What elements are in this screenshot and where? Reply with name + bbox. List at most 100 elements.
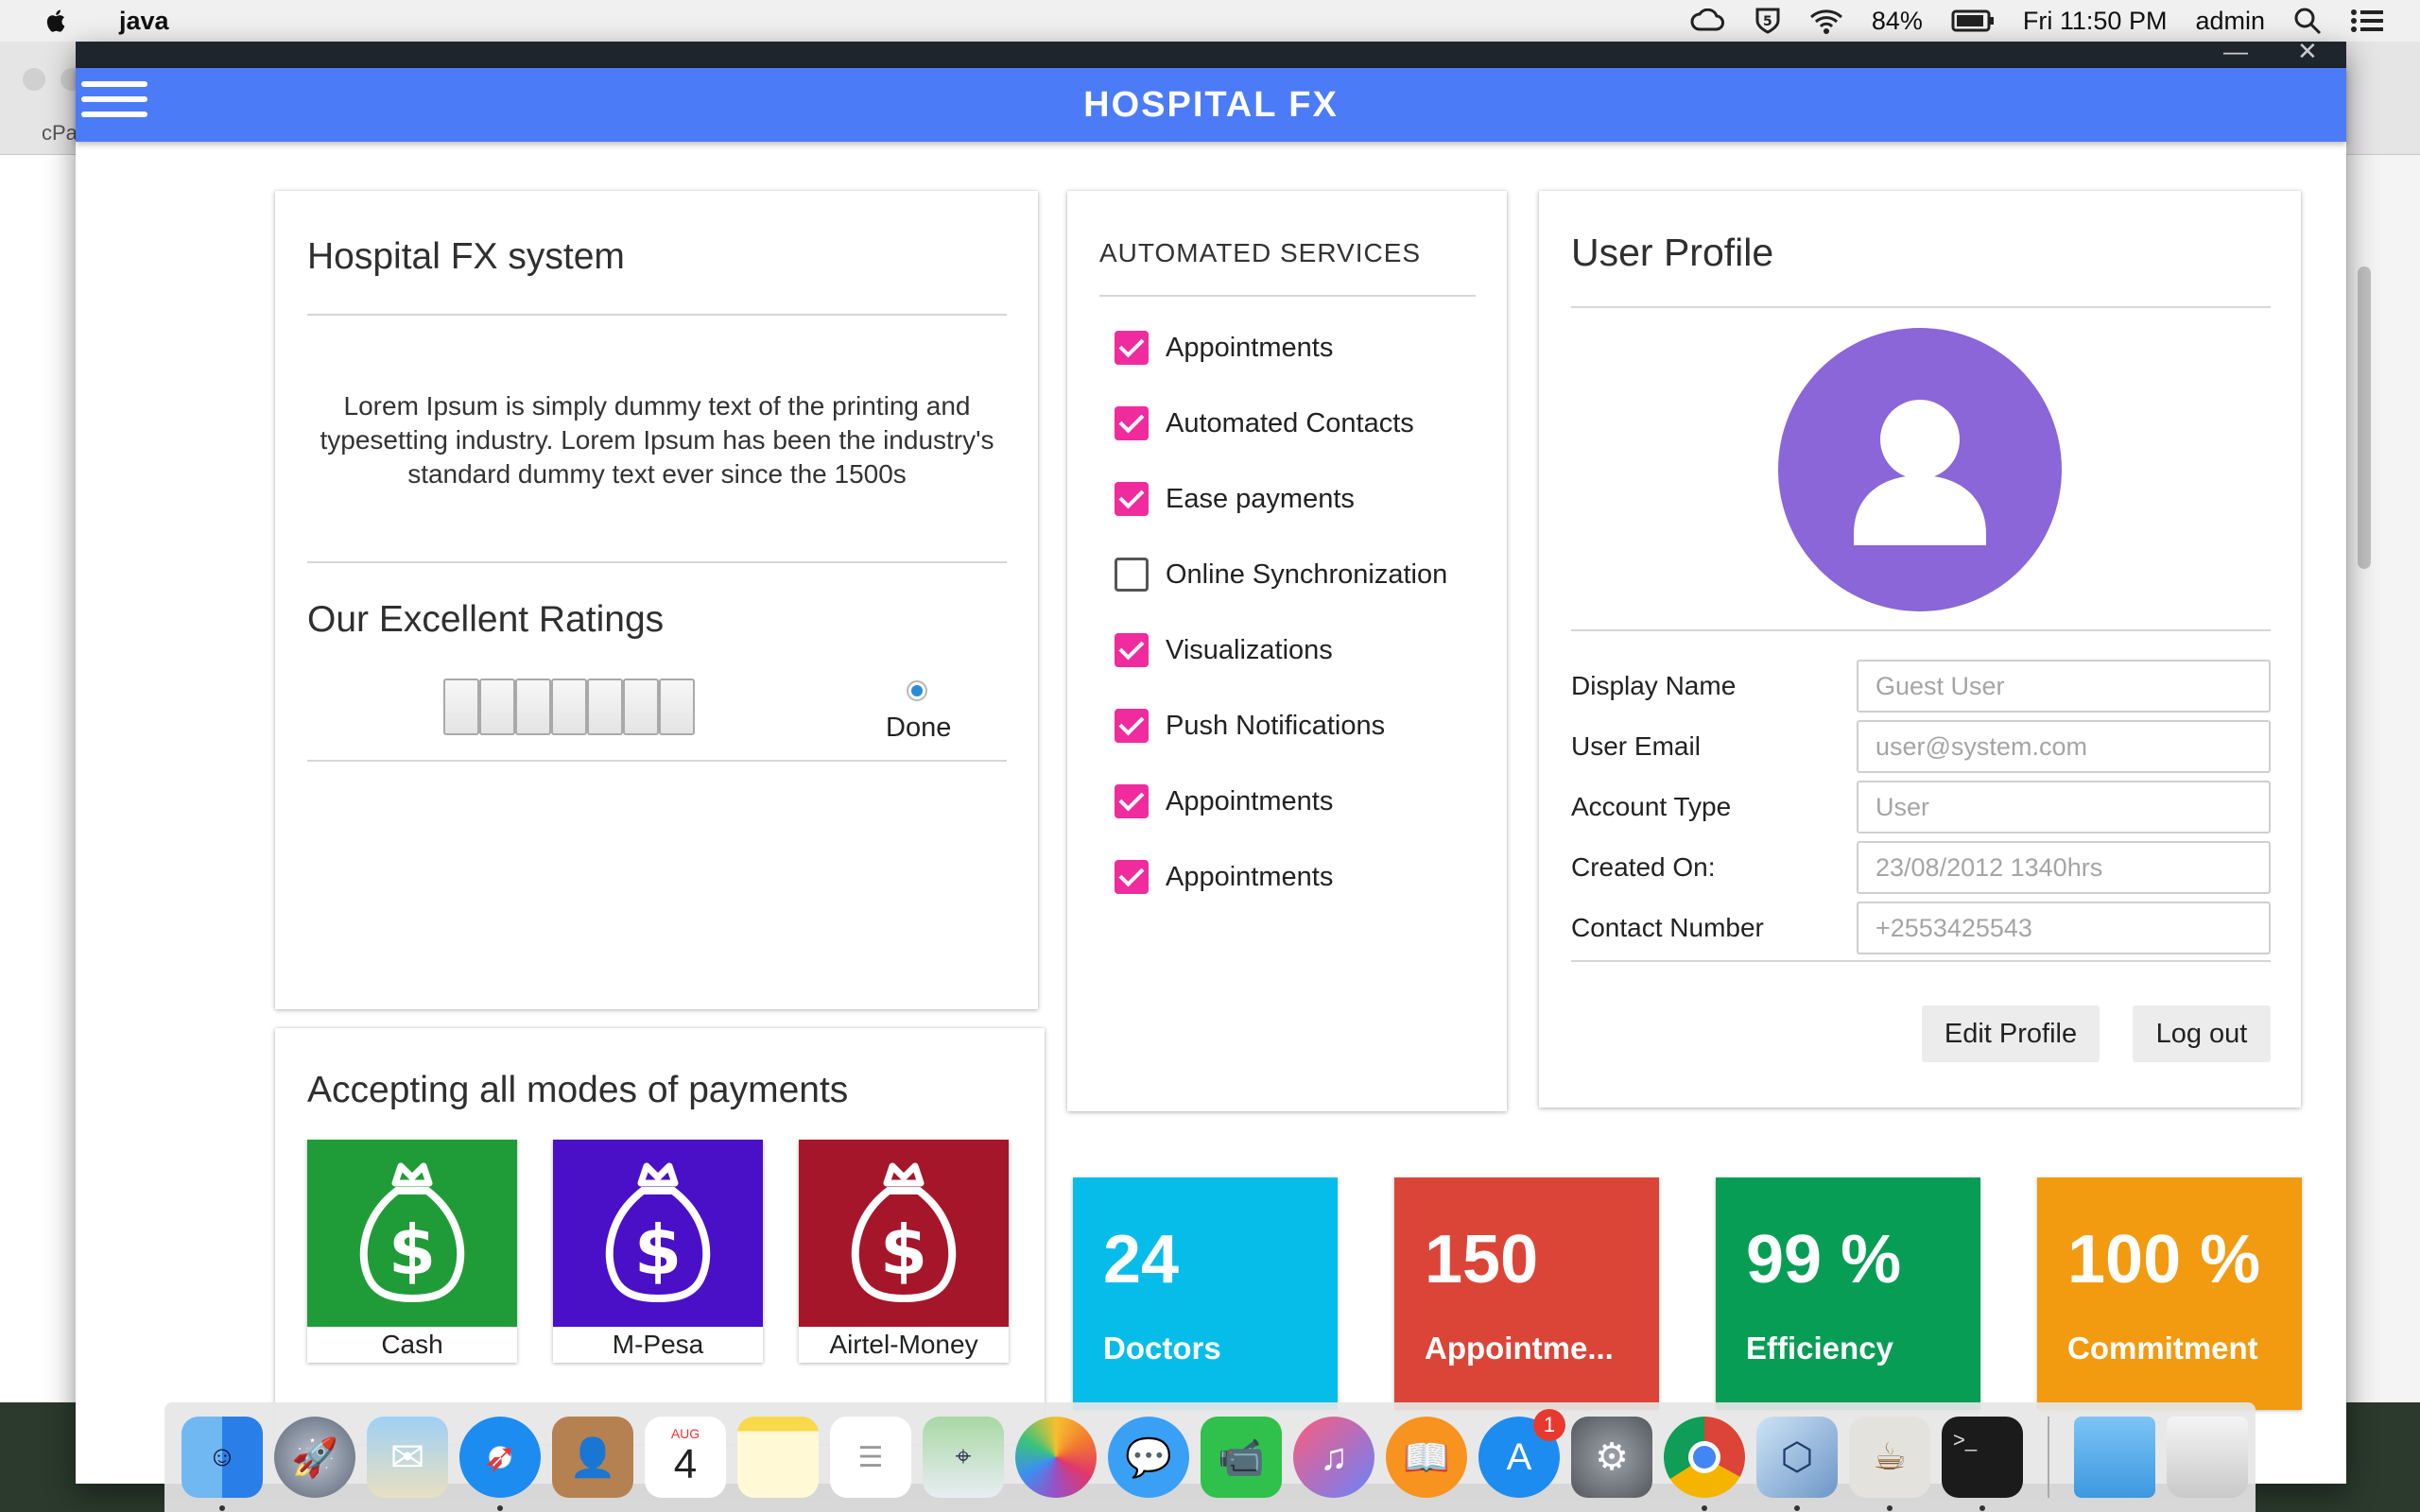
rating-segment[interactable] <box>515 679 551 735</box>
service-item[interactable]: Automated Contacts <box>1115 406 1414 440</box>
rating-control[interactable] <box>443 679 695 735</box>
service-checkbox[interactable] <box>1115 406 1149 440</box>
stat-tile[interactable]: 150 Appointme... <box>1394 1177 1659 1410</box>
launchpad-icon[interactable]: 🚀 <box>274 1417 355 1498</box>
payment-method-label: M-Pesa <box>553 1327 763 1363</box>
service-item[interactable]: Appointments <box>1115 784 1333 818</box>
rating-segment[interactable] <box>479 679 515 735</box>
system-title: Hospital FX system <box>307 236 625 277</box>
virtualbox-icon[interactable]: ⬡ <box>1756 1417 1838 1511</box>
app-store-icon[interactable]: A1 <box>1478 1409 1565 1498</box>
payment-method-tile[interactable]: $ Cash <box>307 1140 517 1363</box>
rating-segment[interactable] <box>551 679 587 735</box>
reminders-icon[interactable]: ☰ <box>830 1417 911 1498</box>
maps-icon[interactable]: ⌖ <box>923 1417 1004 1498</box>
creative-cloud-icon[interactable] <box>1688 9 1726 33</box>
rating-segment[interactable] <box>443 679 479 735</box>
service-checkbox[interactable] <box>1115 331 1149 365</box>
spotlight-search-icon[interactable] <box>2293 7 2322 35</box>
menu-extras: 5 84% Fri 11:50 PM admin <box>1688 7 2384 36</box>
money-bag-icon: $ <box>799 1140 1009 1327</box>
edit-profile-button[interactable]: Edit Profile <box>1922 1005 2100 1062</box>
chrome-icon[interactable] <box>1664 1417 1745 1511</box>
background-scrollbar[interactable] <box>2358 266 2371 569</box>
profile-field-label: Account Type <box>1571 792 1732 821</box>
close-icon[interactable]: ✕ <box>2297 39 2318 63</box>
menu-user[interactable]: admin <box>2195 7 2265 36</box>
service-label: Visualizations <box>1166 634 1333 665</box>
finder-icon[interactable]: ☺ <box>182 1417 263 1511</box>
macos-dock: ☺ 🚀 ✉ ➶ 👤 AUG 4 ☰ ⌖ 💬 📹 ♫ 📖 A1 ⚙ ⬡ ☕ >_ <box>164 1402 2256 1512</box>
profile-field-label: Created On: <box>1571 852 1716 882</box>
service-item[interactable]: Push Notifications <box>1115 709 1385 743</box>
avatar[interactable] <box>1778 328 2062 611</box>
minimize-icon[interactable]: — <box>2223 39 2248 63</box>
service-checkbox[interactable] <box>1115 558 1149 592</box>
profile-field-input[interactable]: user@system.com <box>1857 720 2271 773</box>
rating-segment[interactable] <box>659 679 695 735</box>
itunes-icon[interactable]: ♫ <box>1293 1417 1374 1498</box>
service-item[interactable]: Ease payments <box>1115 482 1355 516</box>
calendar-icon[interactable]: AUG 4 <box>645 1417 726 1498</box>
service-item[interactable]: Appointments <box>1115 331 1333 365</box>
rating-segment[interactable] <box>587 679 623 735</box>
payment-method-tile[interactable]: $ Airtel-Money <box>799 1140 1009 1363</box>
hamburger-menu-icon[interactable] <box>81 81 147 127</box>
messages-icon[interactable]: 💬 <box>1108 1417 1189 1498</box>
stat-value: 100 % <box>2067 1222 2261 1297</box>
trash-icon[interactable] <box>2167 1417 2248 1498</box>
hospital-fx-window: — ✕ HOSPITAL FX Hospital FX system Lorem… <box>76 39 2346 1484</box>
shield-5-icon[interactable]: 5 <box>1754 7 1781 35</box>
window-close-dot[interactable] <box>23 68 45 91</box>
rating-segment[interactable] <box>623 679 659 735</box>
dock-separator <box>2048 1417 2049 1498</box>
service-item[interactable]: Appointments <box>1115 860 1333 894</box>
contacts-icon[interactable]: 👤 <box>552 1417 633 1498</box>
top-nav-bar: HOSPITAL FX <box>76 68 2346 142</box>
stat-tile[interactable]: 24 Doctors <box>1073 1177 1338 1410</box>
ratings-title: Our Excellent Ratings <box>307 599 665 640</box>
wifi-icon[interactable] <box>1809 8 1843 34</box>
done-radio[interactable] <box>907 680 927 701</box>
photos-icon[interactable] <box>1015 1417 1097 1498</box>
money-bag-icon: $ <box>307 1140 517 1327</box>
menu-clock[interactable]: Fri 11:50 PM <box>2023 7 2168 36</box>
service-item[interactable]: Online Synchronization <box>1115 558 1447 592</box>
stat-label: Appointme... <box>1425 1331 1614 1366</box>
notes-icon[interactable] <box>737 1417 819 1498</box>
service-checkbox[interactable] <box>1115 633 1149 667</box>
profile-field-input[interactable]: User <box>1857 781 2271 833</box>
svg-text:5: 5 <box>1763 14 1772 29</box>
active-app-name[interactable]: java <box>119 7 169 36</box>
mail-icon[interactable]: ✉ <box>367 1417 448 1498</box>
profile-field-label: User Email <box>1571 731 1701 761</box>
terminal-icon[interactable]: >_ <box>1942 1417 2023 1511</box>
service-checkbox[interactable] <box>1115 860 1149 894</box>
service-checkbox[interactable] <box>1115 709 1149 743</box>
system-preferences-icon[interactable]: ⚙ <box>1571 1417 1652 1498</box>
apple-icon[interactable] <box>43 8 66 34</box>
notification-center-icon[interactable] <box>2350 9 2384 33</box>
battery-icon[interactable] <box>1951 9 1995 32</box>
ibooks-icon[interactable]: 📖 <box>1386 1417 1467 1498</box>
profile-field-input[interactable]: Guest User <box>1857 660 2271 713</box>
background-tab-label[interactable]: cPa <box>42 121 78 146</box>
stat-tile[interactable]: 100 % Commitment <box>2037 1177 2302 1410</box>
payment-method-tile[interactable]: $ M-Pesa <box>553 1140 763 1363</box>
system-info-card: Hospital FX system Lorem Ipsum is simply… <box>275 191 1038 1009</box>
downloads-folder-icon[interactable] <box>2074 1417 2155 1498</box>
log-out-button[interactable]: Log out <box>2133 1005 2271 1062</box>
service-checkbox[interactable] <box>1115 784 1149 818</box>
profile-field-input[interactable]: +2553425543 <box>1857 902 2271 954</box>
service-label: Automated Contacts <box>1166 407 1414 438</box>
safari-icon[interactable]: ➶ <box>459 1417 541 1511</box>
profile-field-input[interactable]: 23/08/2012 1340hrs <box>1857 841 2271 894</box>
divider <box>1099 295 1476 297</box>
java-app-icon[interactable]: ☕ <box>1849 1417 1930 1511</box>
facetime-icon[interactable]: 📹 <box>1201 1417 1282 1498</box>
service-item[interactable]: Visualizations <box>1115 633 1333 667</box>
service-checkbox[interactable] <box>1115 482 1149 516</box>
svg-text:$: $ <box>634 1211 682 1290</box>
divider <box>307 561 1007 563</box>
stat-tile[interactable]: 99 % Efficiency <box>1716 1177 1980 1410</box>
